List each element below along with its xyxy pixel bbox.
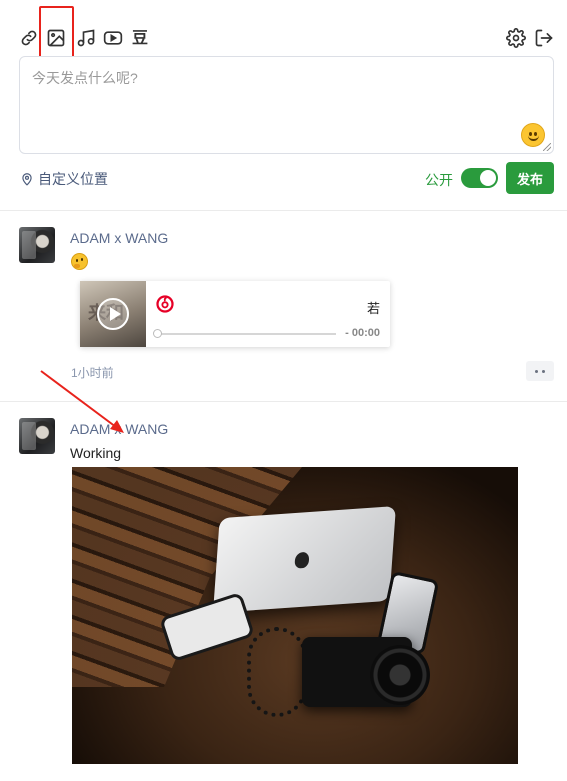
play-icon[interactable] <box>97 298 129 330</box>
post-username[interactable]: ADAM x WANG <box>70 230 168 246</box>
toggle-knob <box>480 170 496 186</box>
post-image[interactable] <box>72 467 518 764</box>
music-player: 来和 若 - 00:00 <box>80 281 390 347</box>
divider <box>0 401 567 402</box>
avatar[interactable] <box>19 418 55 454</box>
location-button[interactable]: 自定义位置 <box>20 169 108 189</box>
publish-button[interactable]: 发布 <box>506 162 554 194</box>
post-username[interactable]: ADAM x WANG <box>70 421 168 437</box>
album-cover: 来和 <box>80 281 146 347</box>
video-icon[interactable] <box>102 27 124 49</box>
link-icon[interactable] <box>18 27 40 49</box>
progress-handle[interactable] <box>153 329 162 338</box>
gear-icon[interactable] <box>505 27 527 49</box>
logout-icon[interactable] <box>533 27 555 49</box>
post-textarea-placeholder: 今天发点什么呢? <box>32 70 138 86</box>
location-pin-icon <box>22 173 32 186</box>
thinking-face-icon <box>71 253 88 270</box>
emoji-picker-icon[interactable] <box>521 123 545 147</box>
music-icon[interactable] <box>75 27 97 49</box>
visibility-label: 公开 <box>425 172 453 188</box>
post-textarea[interactable]: 今天发点什么呢? <box>19 56 554 154</box>
resize-handle[interactable] <box>543 143 551 151</box>
netease-music-icon <box>156 295 174 313</box>
photo-laptop <box>213 506 396 613</box>
music-title: 若 <box>366 301 380 316</box>
divider <box>0 210 567 211</box>
music-time: - 00:00 <box>345 327 380 339</box>
location-label: 自定义位置 <box>38 171 108 187</box>
photo-strap <box>247 627 307 717</box>
avatar[interactable] <box>19 227 55 263</box>
post-text: Working <box>70 445 122 461</box>
photo-camera <box>302 637 430 707</box>
douban-icon[interactable]: 豆 <box>129 27 151 49</box>
post-timestamp: 1小时前 <box>71 366 114 380</box>
highlight-box <box>39 6 74 59</box>
composer-toolbar: 豆 <box>0 0 567 59</box>
music-progress-bar[interactable] <box>153 329 336 338</box>
visibility-toggle[interactable] <box>461 168 498 188</box>
more-options-button[interactable] <box>526 361 554 381</box>
